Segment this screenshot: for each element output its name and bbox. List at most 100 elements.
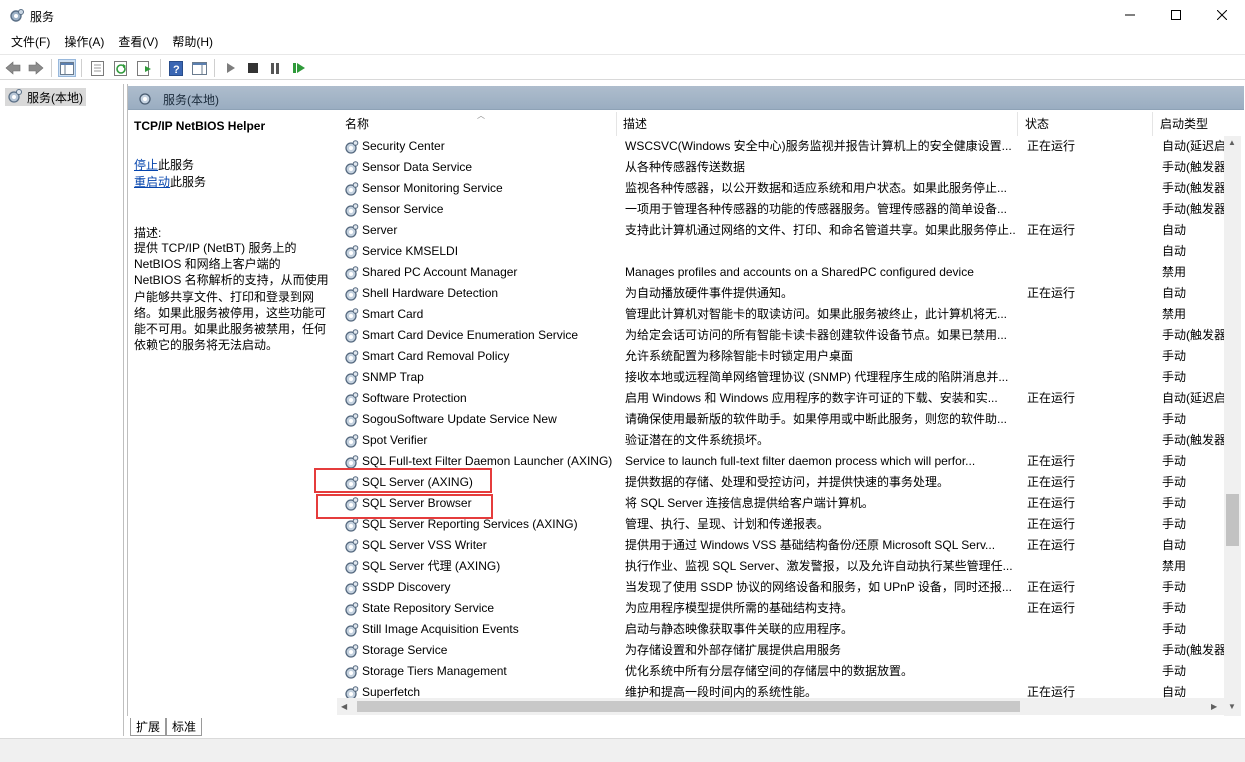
service-description-cell: 接收本地或远程简单网络管理协议 (SNMP) 代理程序生成的陷阱消息并... xyxy=(625,370,1009,384)
service-gear-icon xyxy=(343,160,359,176)
refresh-icon[interactable] xyxy=(112,59,130,77)
scroll-right-arrow-icon[interactable]: ▶ xyxy=(1211,702,1217,711)
service-gear-icon xyxy=(343,307,359,323)
vertical-scrollbar[interactable]: ▲ ▼ xyxy=(1224,136,1241,716)
column-header-startup-type[interactable]: 启动类型 xyxy=(1153,112,1244,136)
service-name-cell: State Repository Service xyxy=(362,601,495,615)
service-row[interactable]: Storage Tiers Management 优化系统中所有分层存储空间的存储… xyxy=(331,661,1244,682)
service-description-cell: 为自动播放硬件事件提供通知。 xyxy=(625,286,794,300)
service-row[interactable]: Sensor Data Service 从各种传感器传送数据 手动(触发器 xyxy=(331,157,1244,178)
service-name-cell: Shared PC Account Manager xyxy=(362,265,518,279)
services-list: ︿ 名称 描述 状态 启动类型 Security Center WSCSVC(Wi… xyxy=(331,112,1244,712)
service-gear-icon xyxy=(343,559,359,575)
service-name-cell: SQL Server 代理 (AXING) xyxy=(362,559,501,573)
menu-view[interactable]: 查看(V) xyxy=(111,32,165,53)
service-name-cell: Storage Tiers Management xyxy=(362,664,507,678)
service-gear-icon xyxy=(343,643,359,659)
tree-item-label: 服务(本地) xyxy=(27,90,83,105)
scroll-left-arrow-icon[interactable]: ◀ xyxy=(341,702,347,711)
service-row[interactable]: SSDP Discovery 当发现了使用 SSDP 协议的网络设备和服务，如 U… xyxy=(331,577,1244,598)
tab-standard[interactable]: 标准 xyxy=(166,718,203,736)
service-row[interactable]: Shell Hardware Detection 为自动播放硬件事件提供通知。 正在… xyxy=(331,283,1244,304)
scroll-down-arrow-icon[interactable]: ▼ xyxy=(1228,702,1236,711)
help-icon[interactable]: ? xyxy=(167,59,185,77)
service-name-cell: Sensor Data Service xyxy=(362,160,473,174)
service-row[interactable]: Security Center WSCSVC(Windows 安全中心)服务监视并… xyxy=(331,136,1244,157)
back-arrow-icon[interactable] xyxy=(4,59,22,77)
column-header-description[interactable]: 描述 xyxy=(616,112,1018,136)
horizontal-scroll-thumb[interactable] xyxy=(357,701,1020,712)
service-row[interactable]: Software Protection 启用 Windows 和 Windows … xyxy=(331,388,1244,409)
properties-icon[interactable] xyxy=(88,59,106,77)
service-row[interactable]: SQL Server VSS Writer 提供用于通过 Windows VSS … xyxy=(331,535,1244,556)
service-status-cell: 正在运行 xyxy=(1027,223,1076,237)
service-name-cell: Still Image Acquisition Events xyxy=(362,622,519,636)
minimize-button[interactable] xyxy=(1107,0,1153,30)
service-description-cell: 为存储设置和外部存储扩展提供启用服务 xyxy=(625,643,842,657)
stop-service-link[interactable]: 停止 xyxy=(134,158,158,172)
service-gear-icon xyxy=(343,391,359,407)
service-row[interactable]: Smart Card Removal Policy 允许系统配置为移除智能卡时锁定… xyxy=(331,346,1244,367)
search-gear-icon xyxy=(138,91,154,110)
start-service-icon[interactable] xyxy=(222,59,240,77)
service-row[interactable]: Sensor Monitoring Service 监视各种传感器，以公开数据和适… xyxy=(331,178,1244,199)
stop-service-icon[interactable] xyxy=(244,59,262,77)
service-row[interactable]: Sensor Service 一项用于管理各种传感器的功能的传感器服务。管理传感器… xyxy=(331,199,1244,220)
forward-arrow-icon[interactable] xyxy=(27,59,45,77)
service-name-cell: Smart Card Removal Policy xyxy=(362,349,510,363)
service-row[interactable]: Service KMSELDI 自动 xyxy=(331,241,1244,262)
menu-file[interactable]: 文件(F) xyxy=(4,32,57,53)
service-description-cell: 为应用程序模型提供所需的基础结构支持。 xyxy=(625,601,854,615)
service-gear-icon xyxy=(343,223,359,239)
service-gear-icon xyxy=(343,622,359,638)
vertical-scroll-thumb[interactable] xyxy=(1226,494,1239,546)
service-description-cell: 当发现了使用 SSDP 协议的网络设备和服务，如 UPnP 设备，同时还报... xyxy=(625,580,1012,594)
scroll-up-arrow-icon[interactable]: ▲ xyxy=(1228,138,1236,147)
action-pane-icon[interactable] xyxy=(190,59,208,77)
tree-item-services-local[interactable]: 服务(本地) xyxy=(5,88,86,106)
service-status-cell: 正在运行 xyxy=(1027,454,1076,468)
service-row[interactable]: Smart Card Device Enumeration Service 为给定… xyxy=(331,325,1244,346)
service-row[interactable]: SNMP Trap 接收本地或远程简单网络管理协议 (SNMP) 代理程序生成的陷… xyxy=(331,367,1244,388)
service-name-cell: Security Center xyxy=(362,139,445,153)
service-row[interactable]: Spot Verifier 验证潜在的文件系统损坏。 手动(触发器 xyxy=(331,430,1244,451)
service-name-cell: Shell Hardware Detection xyxy=(362,286,499,300)
column-header-name[interactable]: 名称 xyxy=(338,112,617,136)
service-name-cell: Smart Card Device Enumeration Service xyxy=(362,328,579,342)
export-list-icon[interactable] xyxy=(136,59,154,77)
service-description-cell: 启用 Windows 和 Windows 应用程序的数字许可证的下载、安装和实.… xyxy=(625,391,998,405)
service-description-cell: 从各种传感器传送数据 xyxy=(625,160,746,174)
service-row[interactable]: State Repository Service 为应用程序模型提供所需的基础结构… xyxy=(331,598,1244,619)
restart-service-icon[interactable] xyxy=(290,59,308,77)
service-status-cell: 正在运行 xyxy=(1027,496,1076,510)
console-tree-icon[interactable] xyxy=(58,59,76,77)
service-status-cell: 正在运行 xyxy=(1027,391,1076,405)
service-row[interactable]: Shared PC Account Manager Manages profile… xyxy=(331,262,1244,283)
service-gear-icon xyxy=(343,517,359,533)
service-row[interactable]: SogouSoftware Update Service New 请确保使用最新版… xyxy=(331,409,1244,430)
tab-extended[interactable]: 扩展 xyxy=(130,718,167,736)
service-row[interactable]: Smart Card 管理此计算机对智能卡的取读访问。如果此服务被终止，此计算机将… xyxy=(331,304,1244,325)
service-name-cell: Storage Service xyxy=(362,643,448,657)
service-description-cell: 允许系统配置为移除智能卡时锁定用户桌面 xyxy=(625,349,854,363)
status-bar xyxy=(0,738,1245,762)
svg-text:?: ? xyxy=(173,64,180,76)
close-button[interactable] xyxy=(1199,0,1245,30)
maximize-button[interactable] xyxy=(1153,0,1199,30)
pause-service-icon[interactable] xyxy=(266,59,284,77)
horizontal-scrollbar[interactable]: ◀ ▶ xyxy=(337,698,1225,715)
service-row[interactable]: Storage Service 为存储设置和外部存储扩展提供启用服务 手动(触发器 xyxy=(331,640,1244,661)
service-description-cell: 监视各种传感器，以公开数据和适应系统和用户状态。如果此服务停止... xyxy=(625,181,1008,195)
service-gear-icon xyxy=(343,244,359,260)
service-name-cell: SSDP Discovery xyxy=(362,580,451,594)
column-header-status[interactable]: 状态 xyxy=(1018,112,1153,136)
description-text: 提供 TCP/IP (NetBT) 服务上的 NetBIOS 和网络上客户端的 … xyxy=(134,241,329,353)
service-row[interactable]: Server 支持此计算机通过网络的文件、打印、和命名管道共享。如果此服务停止..… xyxy=(331,220,1244,241)
service-status-cell: 正在运行 xyxy=(1027,538,1076,552)
restart-service-link[interactable]: 重启动 xyxy=(134,175,170,189)
service-row[interactable]: SQL Server 代理 (AXING) 执行作业、监视 SQL Server、… xyxy=(331,556,1244,577)
service-row[interactable]: Still Image Acquisition Events 启动与静态映像获取事… xyxy=(331,619,1244,640)
menu-action[interactable]: 操作(A) xyxy=(57,32,111,53)
service-status-cell: 正在运行 xyxy=(1027,286,1076,300)
menu-help[interactable]: 帮助(H) xyxy=(165,32,220,53)
